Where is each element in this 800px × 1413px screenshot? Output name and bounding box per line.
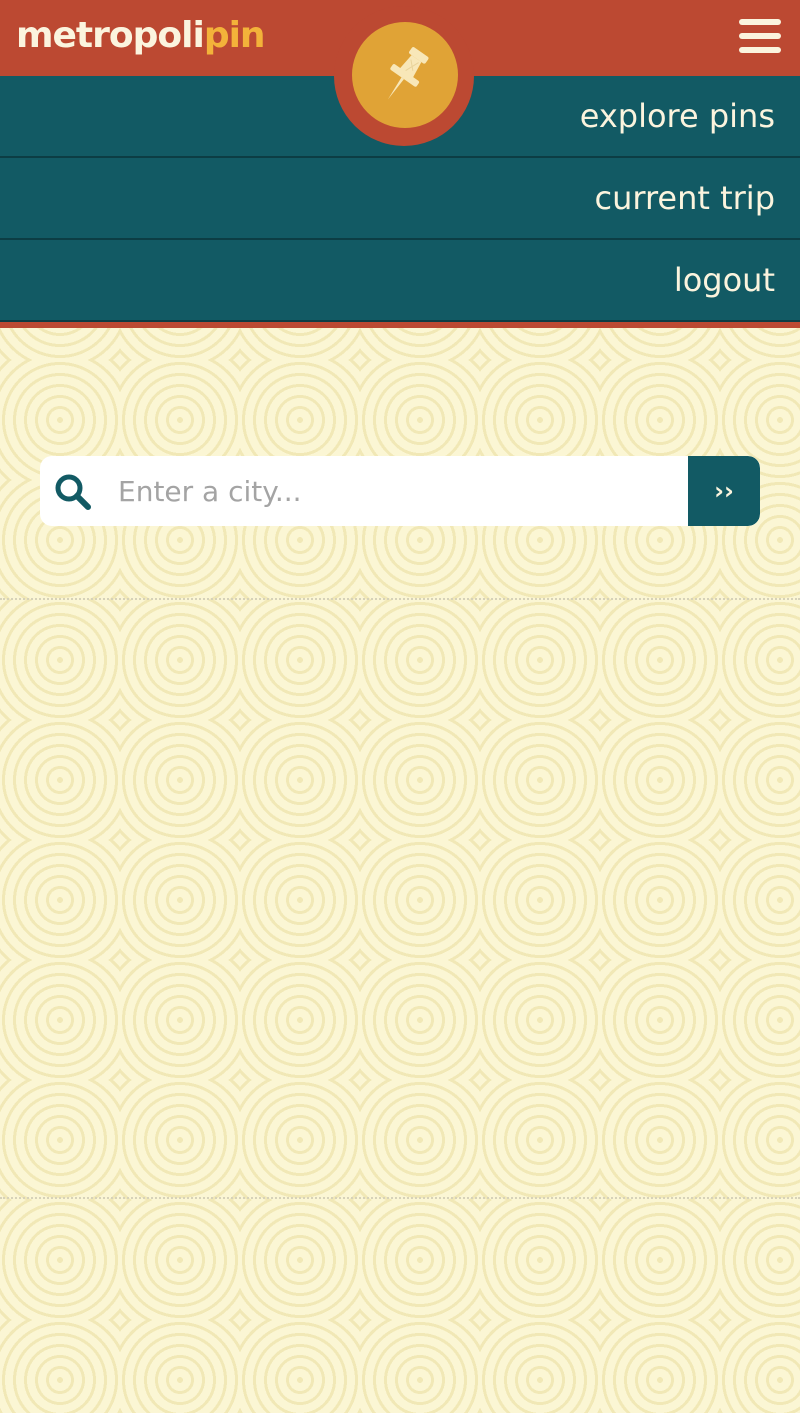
- logo-badge: [334, 6, 474, 146]
- pushpin-icon: [387, 47, 429, 100]
- section-divider: [0, 598, 800, 600]
- app-logo[interactable]: metropolipin: [16, 14, 266, 58]
- city-search-input[interactable]: [118, 456, 718, 526]
- nav-bottom-stripe: [0, 322, 800, 328]
- search-icon: [55, 474, 91, 510]
- nav-logout[interactable]: logout: [0, 240, 800, 322]
- city-search-bar: ››: [40, 456, 760, 526]
- search-submit-button[interactable]: ››: [688, 456, 760, 526]
- nav-item-label: logout: [673, 261, 775, 299]
- nav-item-label: explore pins: [579, 97, 775, 135]
- hamburger-menu-icon[interactable]: [739, 19, 781, 53]
- badge-circle: [352, 22, 458, 128]
- nav-item-label: current trip: [594, 179, 775, 217]
- logo-main-text: metropoli: [16, 15, 205, 56]
- nav-current-trip[interactable]: current trip: [0, 158, 800, 240]
- logo-accent-text: pin: [203, 15, 266, 56]
- section-divider: [0, 1197, 800, 1199]
